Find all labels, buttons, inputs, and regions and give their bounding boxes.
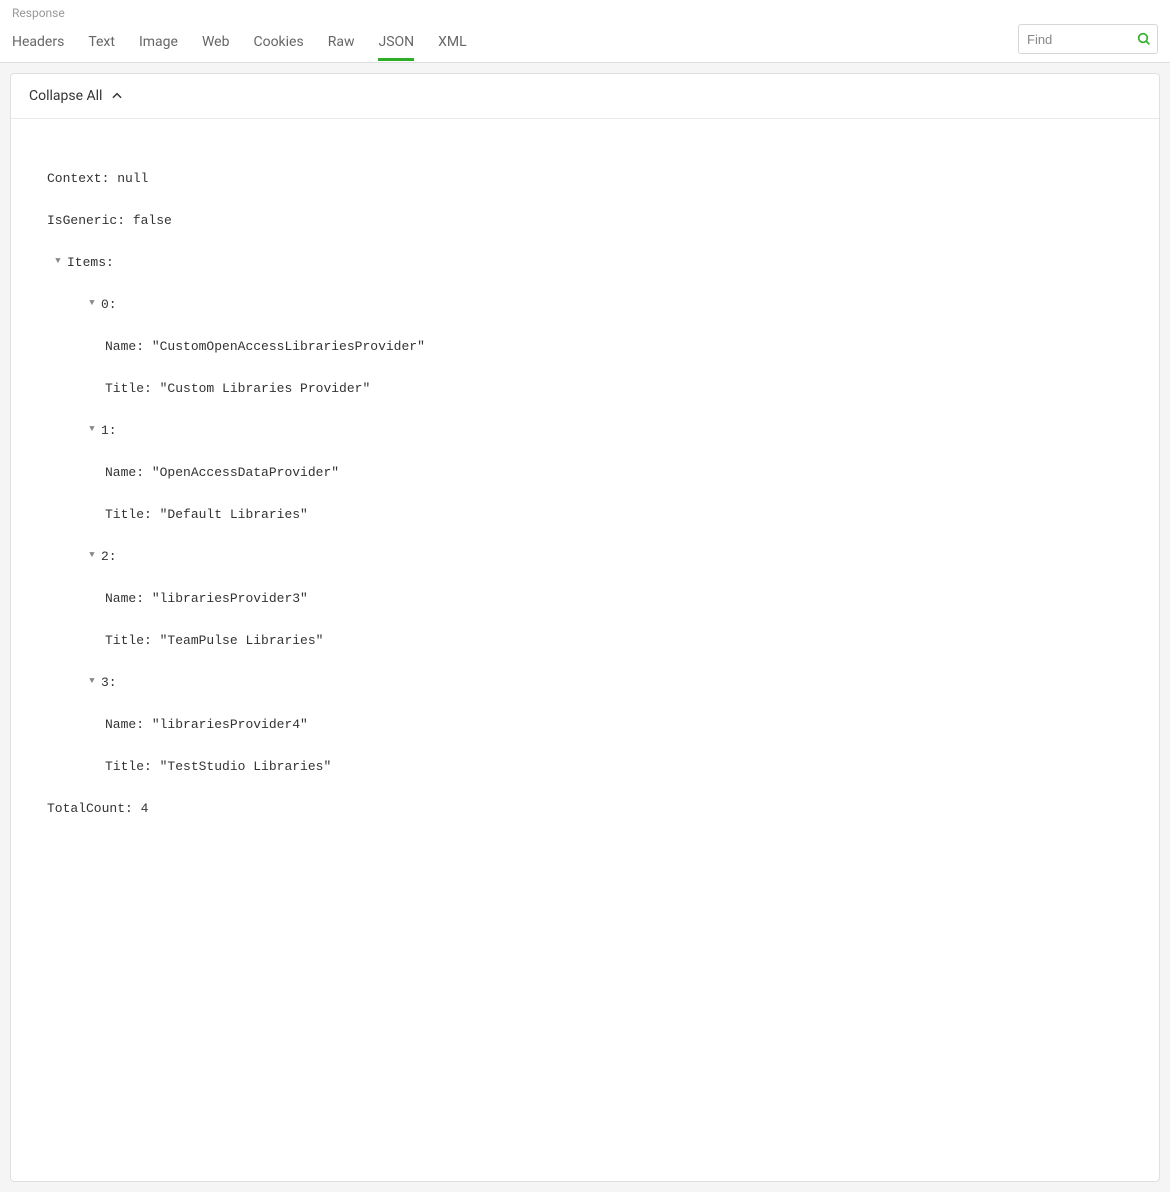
json-row: Context: null xyxy=(39,168,1131,189)
response-header: Response Headers Text Image Web Cookies … xyxy=(0,0,1170,63)
tab-xml[interactable]: XML xyxy=(438,26,467,61)
section-title: Response xyxy=(0,6,1170,24)
json-panel: Collapse All Context: null IsGeneric: fa… xyxy=(10,73,1160,1182)
tab-raw[interactable]: Raw xyxy=(328,26,355,61)
json-row: Name: "librariesProvider3" xyxy=(39,588,1131,609)
tab-cookies[interactable]: Cookies xyxy=(253,26,303,61)
json-row: Title: "TestStudio Libraries" xyxy=(39,756,1131,777)
json-row: IsGeneric: false xyxy=(39,210,1131,231)
json-row[interactable]: ▼2: xyxy=(39,546,1131,567)
json-row: Name: "librariesProvider4" xyxy=(39,714,1131,735)
json-row[interactable]: ▼0: xyxy=(39,294,1131,315)
content-area: Collapse All Context: null IsGeneric: fa… xyxy=(0,63,1170,1192)
tab-web[interactable]: Web xyxy=(202,26,230,61)
json-row: Name: "OpenAccessDataProvider" xyxy=(39,462,1131,483)
triangle-down-icon: ▼ xyxy=(53,251,63,272)
collapse-label: Collapse All xyxy=(29,88,102,104)
search-icon[interactable] xyxy=(1136,31,1152,47)
tab-json[interactable]: JSON xyxy=(378,26,414,61)
triangle-down-icon: ▼ xyxy=(87,419,97,440)
json-row[interactable]: ▼Items: xyxy=(39,252,1131,273)
json-row: Name: "CustomOpenAccessLibrariesProvider… xyxy=(39,336,1131,357)
tab-text[interactable]: Text xyxy=(88,26,115,61)
tab-headers[interactable]: Headers xyxy=(12,26,64,61)
json-row[interactable]: ▼3: xyxy=(39,672,1131,693)
triangle-down-icon: ▼ xyxy=(87,671,97,692)
triangle-down-icon: ▼ xyxy=(87,293,97,314)
json-viewer: Context: null IsGeneric: false ▼Items: ▼… xyxy=(11,119,1159,1181)
collapse-all-button[interactable]: Collapse All xyxy=(11,74,1159,119)
response-tabs: Headers Text Image Web Cookies Raw JSON … xyxy=(12,26,467,61)
search-container xyxy=(1018,24,1158,54)
json-row[interactable]: ▼1: xyxy=(39,420,1131,441)
json-row: Title: "Custom Libraries Provider" xyxy=(39,378,1131,399)
tab-image[interactable]: Image xyxy=(139,26,178,61)
chevron-up-icon xyxy=(110,89,124,103)
json-row: Title: "TeamPulse Libraries" xyxy=(39,630,1131,651)
json-row: TotalCount: 4 xyxy=(39,798,1131,819)
json-row: Title: "Default Libraries" xyxy=(39,504,1131,525)
triangle-down-icon: ▼ xyxy=(87,545,97,566)
